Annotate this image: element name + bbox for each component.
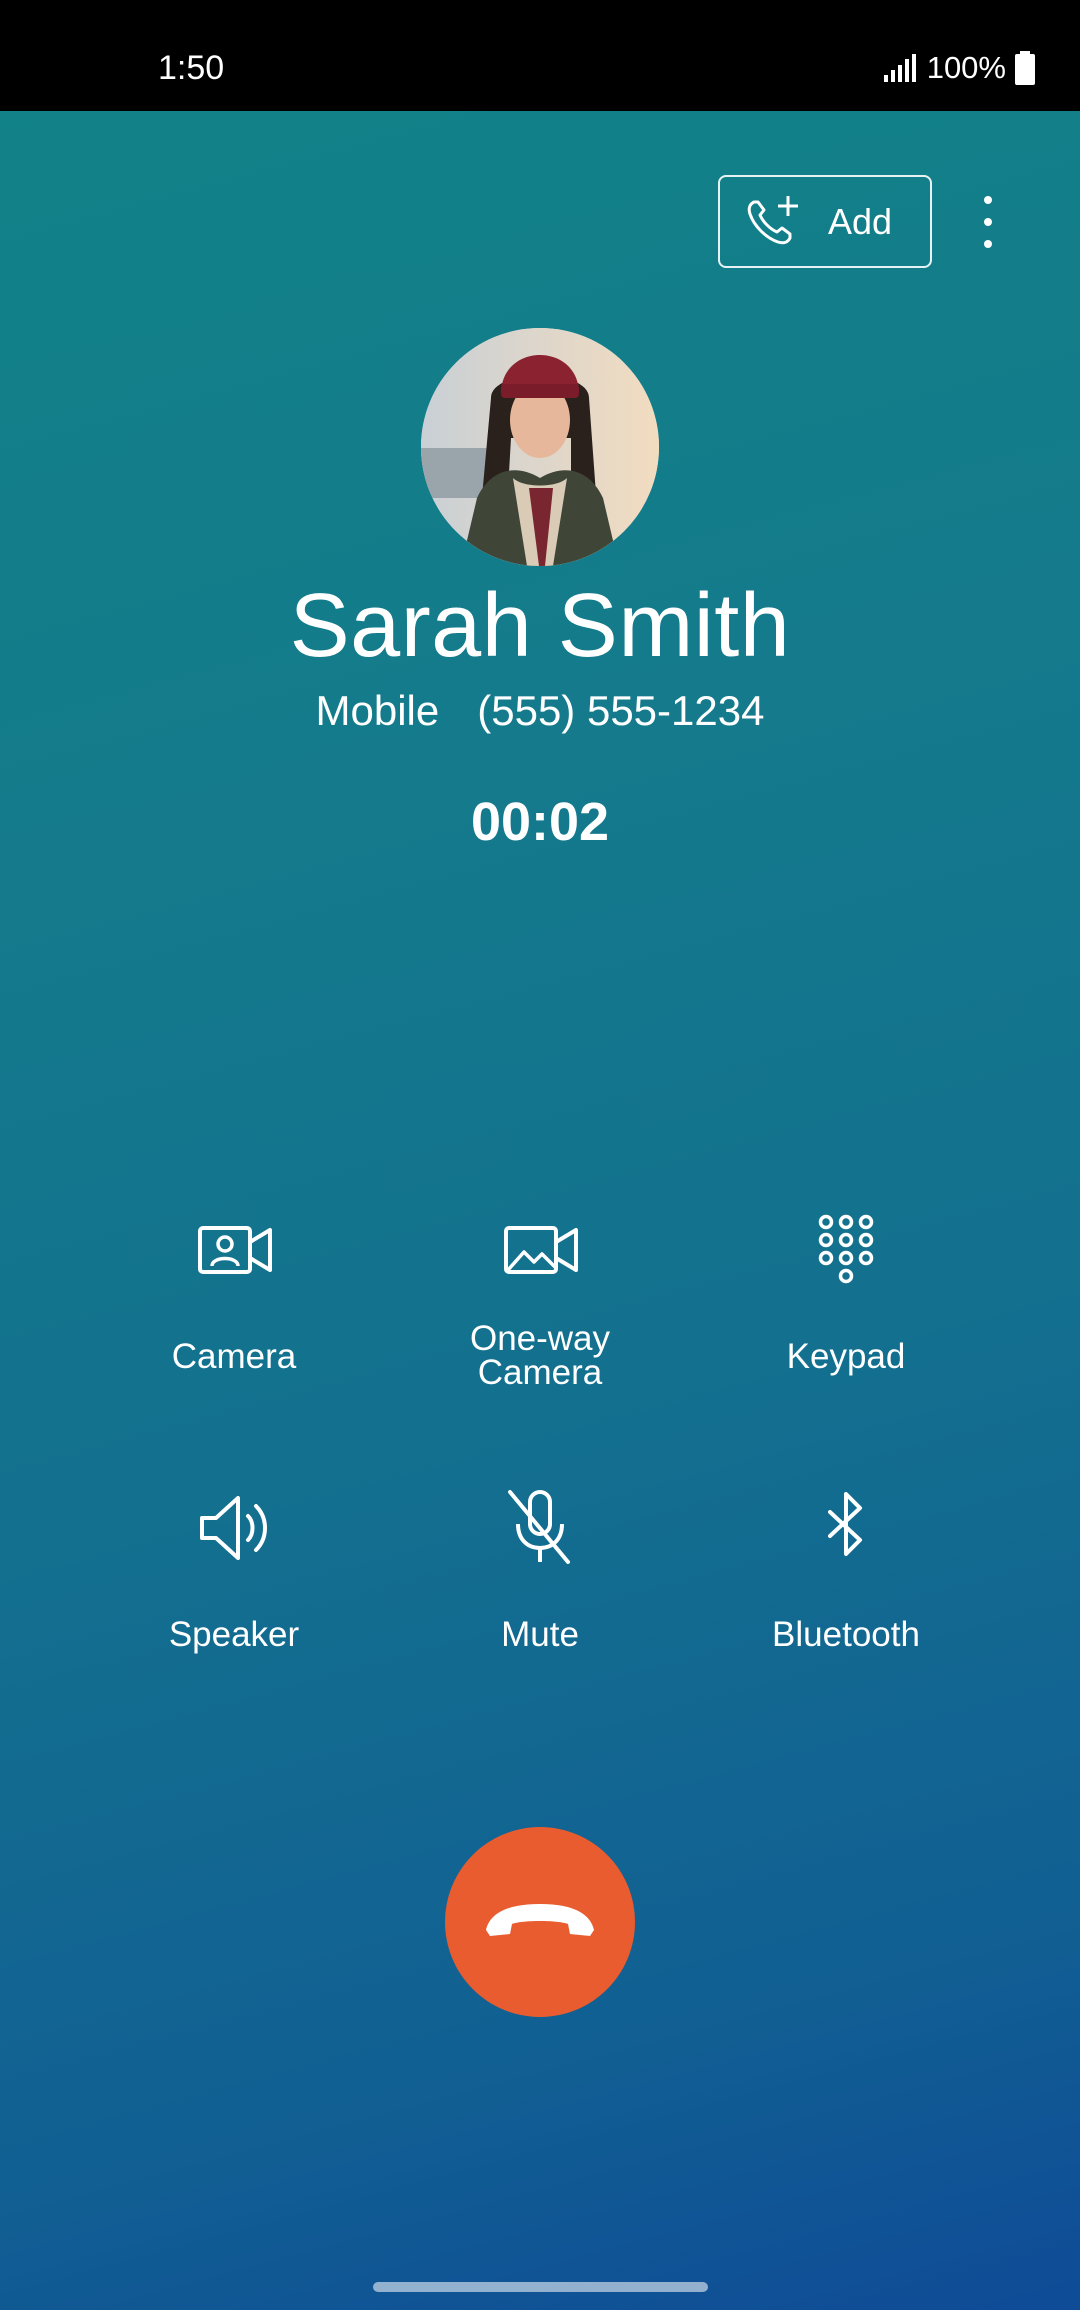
add-call-button[interactable]: Add [718, 175, 932, 268]
mute-button[interactable]: Mute [390, 1478, 690, 1678]
keypad-icon [818, 1214, 874, 1284]
more-dot [984, 218, 992, 226]
status-time: 1:50 [158, 49, 225, 87]
phone-hangup-icon [486, 1904, 594, 1936]
one-way-camera-button[interactable]: One-way Camera [390, 1200, 690, 1400]
more-options-button[interactable] [968, 190, 1008, 254]
one-way-camera-label-1: One-way [469, 1319, 611, 1358]
mute-label: Mute [501, 1615, 579, 1654]
mic-off-icon [508, 1490, 570, 1564]
bluetooth-icon [828, 1492, 862, 1556]
add-call-icon [747, 195, 798, 244]
camera-button[interactable]: Camera [84, 1200, 384, 1400]
battery-percent: 100% [926, 50, 1006, 85]
more-dot [984, 240, 992, 248]
home-indicator[interactable] [373, 2282, 708, 2292]
end-call-button[interactable] [445, 1827, 635, 2017]
phone-type: Mobile [315, 687, 440, 734]
battery-icon [1015, 51, 1035, 85]
contact-phone-line: Mobile (555) 555-1234 [0, 686, 1080, 736]
bluetooth-button[interactable]: Bluetooth [696, 1478, 996, 1678]
signal-icon [883, 54, 916, 82]
bluetooth-label: Bluetooth [772, 1615, 920, 1654]
speaker-button[interactable]: Speaker [84, 1478, 384, 1678]
one-way-camera-label-2: Camera [477, 1353, 603, 1392]
camera-label: Camera [171, 1337, 297, 1376]
contact-name: Sarah Smith [289, 576, 791, 676]
keypad-label: Keypad [786, 1337, 906, 1376]
speaker-icon [200, 1496, 267, 1560]
contact-photo [421, 328, 659, 566]
phone-number: (555) 555-1234 [477, 687, 765, 734]
status-bar: 1:50 100% [0, 0, 1080, 111]
more-dot [984, 196, 992, 204]
add-call-label: Add [828, 200, 893, 242]
video-camera-person-icon [198, 1226, 272, 1274]
keypad-button[interactable]: Keypad [696, 1200, 996, 1400]
contact-avatar [421, 328, 659, 566]
speaker-label: Speaker [168, 1615, 300, 1654]
call-timer: 00:02 [470, 792, 610, 852]
one-way-camera-icon [504, 1226, 578, 1274]
status-icons: 100% [883, 48, 1036, 88]
